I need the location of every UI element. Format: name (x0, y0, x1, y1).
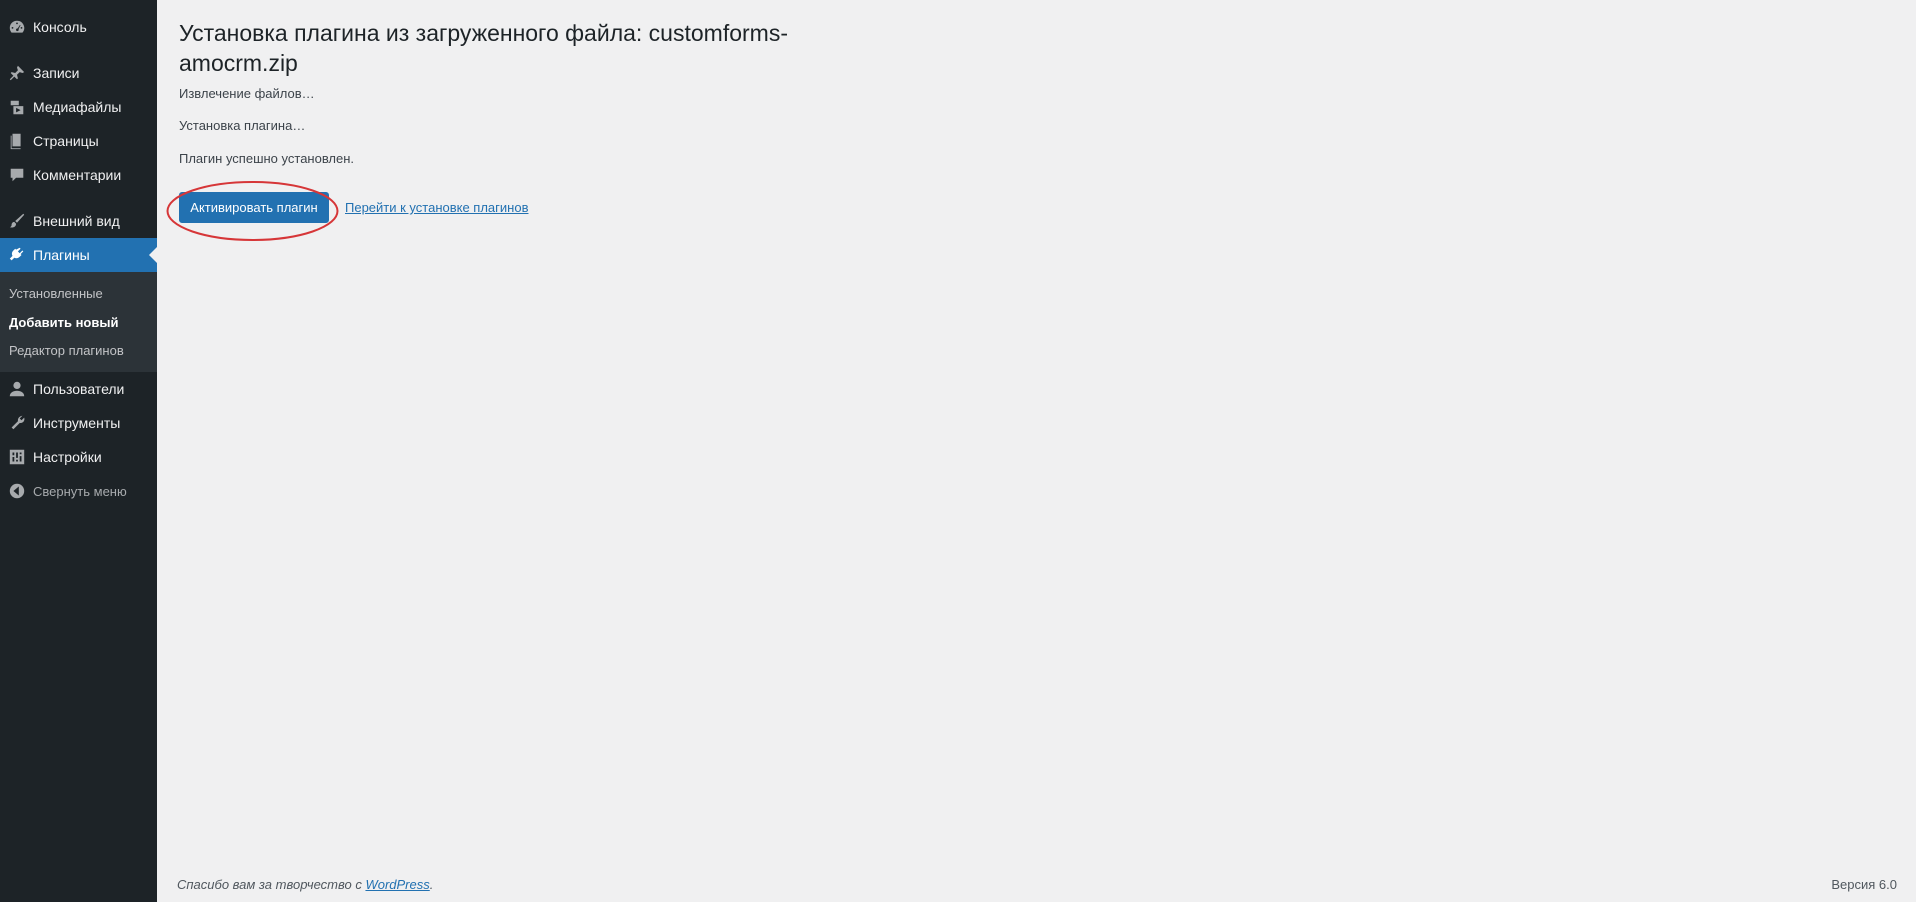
sidebar-item-label: Инструменты (33, 415, 121, 431)
pages-icon (0, 124, 33, 158)
collapse-menu-button[interactable]: Свернуть меню (0, 474, 157, 508)
sidebar-item-settings[interactable]: Настройки (0, 440, 157, 474)
footer-version: Версия 6.0 (1831, 877, 1897, 892)
sidebar-item-tools[interactable]: Инструменты (0, 406, 157, 440)
collapse-arrow-icon (0, 474, 33, 508)
submenu-item-add-new[interactable]: Добавить новый (9, 315, 118, 330)
plugins-submenu: Установленные Добавить новый Редактор пл… (0, 272, 157, 372)
footer-thanks-suffix: . (429, 877, 434, 892)
sidebar-item-label: Записи (33, 65, 80, 81)
sidebar-item-comments[interactable]: Комментарии (0, 158, 157, 192)
user-icon (0, 372, 33, 406)
comments-icon (0, 158, 33, 192)
submenu-item-installed[interactable]: Установленные (9, 286, 103, 301)
sidebar-item-pages[interactable]: Страницы (0, 124, 157, 158)
status-line-installing: Установка плагина… (179, 118, 306, 133)
wordpress-link[interactable]: WordPress (365, 877, 429, 892)
dashboard-icon (0, 10, 33, 44)
status-line-extracting: Извлечение файлов… (179, 86, 315, 101)
admin-sidebar: Консоль Записи Медиафайлы Страницы Комме… (0, 0, 157, 902)
main-content: Установка плагина из загруженного файла:… (157, 0, 1916, 902)
sidebar-item-label: Страницы (33, 133, 99, 149)
settings-icon (0, 440, 33, 474)
pushpin-icon (0, 56, 33, 90)
sidebar-item-label: Медиафайлы (33, 99, 122, 115)
sidebar-item-label: Комментарии (33, 167, 122, 183)
page-title: Установка плагина из загруженного файла:… (179, 20, 788, 76)
wrench-icon (0, 406, 33, 440)
footer-thanks-prefix: Спасибо вам за творчество с (177, 877, 366, 892)
sidebar-item-plugins[interactable]: Плагины (0, 238, 157, 272)
plugin-icon (0, 238, 33, 272)
sidebar-item-appearance[interactable]: Внешний вид (0, 204, 157, 238)
sidebar-item-label: Пользователи (33, 381, 125, 397)
sidebar-item-label: Внешний вид (33, 213, 120, 229)
sidebar-item-users[interactable]: Пользователи (0, 372, 157, 406)
sidebar-item-posts[interactable]: Записи (0, 56, 157, 90)
active-indicator-arrow (149, 247, 157, 263)
submenu-item-plugin-editor[interactable]: Редактор плагинов (9, 343, 124, 358)
go-to-plugin-installer-link[interactable]: Перейти к установке плагинов (345, 200, 528, 215)
media-icon (0, 90, 33, 124)
footer-thanks: Спасибо вам за творчество с WordPress. (177, 877, 433, 892)
collapse-menu-label: Свернуть меню (33, 483, 127, 499)
sidebar-item-media[interactable]: Медиафайлы (0, 90, 157, 124)
sidebar-item-label: Консоль (33, 19, 87, 35)
sidebar-item-dashboard[interactable]: Консоль (0, 10, 157, 44)
paintbrush-icon (0, 204, 33, 238)
activate-plugin-button[interactable]: Активировать плагин (179, 192, 329, 223)
sidebar-item-label: Плагины (33, 247, 90, 263)
sidebar-item-label: Настройки (33, 449, 102, 465)
status-line-success: Плагин успешно установлен. (179, 151, 355, 166)
